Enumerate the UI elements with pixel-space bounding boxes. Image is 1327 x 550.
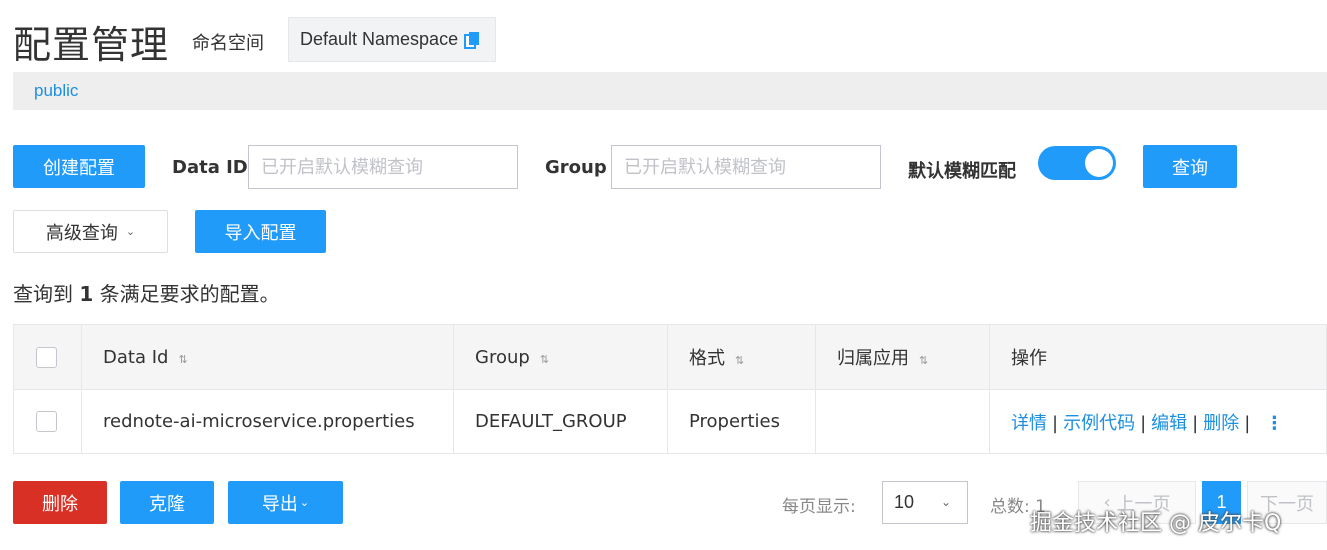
config-table: Data Id ⇅ Group ⇅ 格式 ⇅ 归属应用 ⇅ 操作 rednote-ai-…	[13, 324, 1327, 454]
fuzzy-match-toggle[interactable]	[1038, 146, 1116, 180]
sort-icon[interactable]: ⇅	[178, 353, 187, 366]
column-format-label: 格式	[689, 348, 725, 369]
separator: |	[1140, 412, 1147, 434]
namespace-label: 命名空间	[192, 33, 264, 54]
column-app-label: 归属应用	[837, 348, 909, 369]
total-label-text: 总数:	[990, 497, 1030, 517]
cell-format: Properties	[667, 389, 816, 454]
result-summary: 查询到 1 条满足要求的配置。	[13, 278, 280, 307]
detail-link[interactable]: 详情	[1011, 413, 1047, 434]
namespace-value: Default Namespace	[300, 29, 459, 49]
cell-data-id: rednote-ai-microservice.properties	[81, 389, 454, 454]
page-title: 配置管理	[13, 23, 170, 67]
cell-actions: 详情 | 示例代码 | 编辑 | 删除 | ⋮	[989, 389, 1327, 454]
sample-code-link[interactable]: 示例代码	[1063, 413, 1135, 434]
column-group-label: Group	[475, 346, 530, 368]
chevron-down-icon: ⌄	[940, 495, 951, 509]
result-count: 1	[79, 282, 94, 306]
namespace-chip[interactable]: Default Namespace	[288, 17, 496, 62]
export-label: 导出	[261, 493, 298, 515]
delete-link[interactable]: 删除	[1203, 413, 1239, 434]
chevron-down-icon: ⌄	[125, 225, 136, 238]
sort-icon[interactable]: ⇅	[540, 353, 549, 366]
column-format[interactable]: 格式 ⇅	[667, 324, 816, 390]
table-header-row: Data Id ⇅ Group ⇅ 格式 ⇅ 归属应用 ⇅ 操作	[13, 324, 1327, 390]
separator: |	[1052, 412, 1059, 434]
sort-icon[interactable]: ⇅	[735, 354, 744, 367]
page-size-select[interactable]: 10 ⌄	[882, 481, 968, 524]
column-actions-label: 操作	[1011, 348, 1047, 369]
group-input[interactable]	[611, 145, 881, 189]
result-prefix: 查询到	[13, 282, 73, 306]
import-config-button[interactable]: 导入配置	[195, 210, 326, 253]
query-button[interactable]: 查询	[1143, 145, 1237, 188]
export-button[interactable]: 导出 ⌄	[228, 481, 343, 524]
data-id-input[interactable]	[248, 145, 518, 189]
fuzzy-match-label: 默认模糊匹配	[908, 161, 1016, 182]
cell-group: DEFAULT_GROUP	[453, 389, 668, 454]
edit-link[interactable]: 编辑	[1151, 413, 1187, 434]
column-data-id-label: Data Id	[103, 346, 169, 368]
create-config-button[interactable]: 创建配置	[13, 145, 145, 188]
row-checkbox[interactable]	[36, 411, 57, 433]
page-size-value: 10	[894, 492, 915, 512]
cell-app	[815, 389, 990, 454]
column-actions: 操作	[989, 324, 1327, 390]
clone-button[interactable]: 克隆	[120, 481, 214, 524]
column-data-id[interactable]: Data Id ⇅	[81, 324, 454, 390]
chevron-down-icon: ⌄	[299, 496, 310, 509]
toggle-knob	[1085, 149, 1113, 177]
separator: |	[1244, 412, 1251, 434]
data-id-label: Data ID	[172, 157, 248, 178]
advanced-query-label: 高级查询	[45, 222, 118, 244]
bulk-delete-button[interactable]: 删除	[13, 481, 107, 524]
group-label: Group	[545, 157, 607, 178]
select-all-checkbox[interactable]	[36, 346, 57, 368]
advanced-query-button[interactable]: 高级查询 ⌄	[13, 210, 168, 253]
row-checkbox-cell	[13, 389, 82, 454]
separator: |	[1192, 412, 1199, 434]
header-checkbox-cell	[13, 324, 82, 390]
page-size-label: 每页显示:	[782, 497, 856, 517]
namespace-bar: public	[13, 72, 1327, 110]
result-suffix: 条满足要求的配置。	[99, 282, 280, 306]
more-options-icon[interactable]: ⋮	[1265, 413, 1283, 434]
table-row: rednote-ai-microservice.properties DEFAU…	[13, 389, 1327, 454]
column-app[interactable]: 归属应用 ⇅	[815, 324, 990, 390]
watermark: 掘金技术社区 @ 皮尔卡Q	[1030, 511, 1282, 536]
copy-icon[interactable]	[464, 31, 480, 49]
namespace-public-link[interactable]: public	[34, 81, 78, 101]
sort-icon[interactable]: ⇅	[919, 354, 928, 367]
column-group[interactable]: Group ⇅	[453, 324, 668, 390]
